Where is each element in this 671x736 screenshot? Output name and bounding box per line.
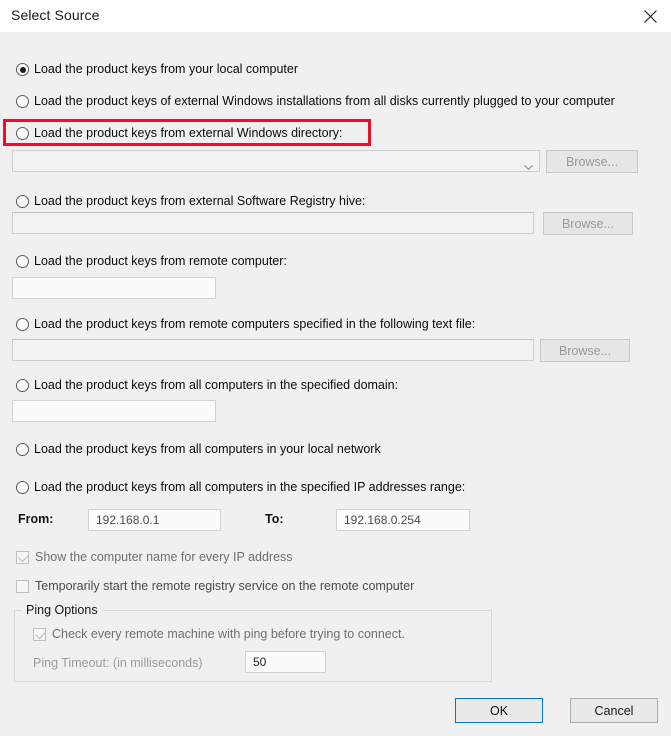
registry-hive-input[interactable] bbox=[12, 212, 534, 234]
remote-computer-input[interactable] bbox=[12, 277, 216, 299]
checkbox-label: Temporarily start the remote registry se… bbox=[35, 579, 415, 593]
radio-option-local-network[interactable]: Load the product keys from all computers… bbox=[16, 442, 381, 456]
radio-indicator[interactable] bbox=[16, 318, 29, 331]
radio-option-label: Load the product keys of external Window… bbox=[34, 94, 615, 108]
radio-option-remote-computers-text-file[interactable]: Load the product keys from remote comput… bbox=[16, 317, 475, 331]
radio-option-label: Load the product keys from external Wind… bbox=[34, 126, 343, 140]
radio-indicator[interactable] bbox=[16, 195, 29, 208]
checkbox-indicator[interactable] bbox=[16, 551, 29, 564]
ip-from-value: 192.168.0.1 bbox=[96, 513, 160, 527]
radio-indicator[interactable] bbox=[16, 443, 29, 456]
checkbox-indicator[interactable] bbox=[16, 580, 29, 593]
radio-option-label: Load the product keys from remote comput… bbox=[34, 317, 476, 331]
radio-indicator[interactable] bbox=[16, 481, 29, 494]
text-file-input[interactable] bbox=[12, 339, 534, 361]
radio-indicator[interactable] bbox=[16, 127, 29, 140]
ping-timeout-input[interactable]: 50 bbox=[245, 651, 326, 673]
radio-option-label: Load the product keys from your local co… bbox=[34, 62, 299, 76]
radio-option-external-registry-hive[interactable]: Load the product keys from external Soft… bbox=[16, 194, 365, 208]
radio-indicator[interactable] bbox=[16, 95, 29, 108]
close-icon[interactable] bbox=[630, 0, 671, 32]
cancel-button[interactable]: Cancel bbox=[570, 698, 658, 723]
radio-option-external-windows-disks[interactable]: Load the product keys of external Window… bbox=[16, 94, 615, 108]
radio-indicator[interactable] bbox=[16, 379, 29, 392]
radio-indicator[interactable] bbox=[16, 63, 29, 76]
checkbox-label: Check every remote machine with ping bef… bbox=[52, 627, 405, 641]
radio-option-label: Load the product keys from external Soft… bbox=[34, 194, 366, 208]
radio-option-ip-range[interactable]: Load the product keys from all computers… bbox=[16, 480, 465, 494]
windows-directory-combo[interactable] bbox=[12, 150, 540, 172]
ping-options-legend: Ping Options bbox=[22, 603, 102, 617]
title-bar: Select Source bbox=[0, 0, 671, 32]
checkbox-start-remote-registry[interactable]: Temporarily start the remote registry se… bbox=[16, 579, 414, 593]
window-title: Select Source bbox=[11, 7, 100, 23]
ip-from-input[interactable]: 192.168.0.1 bbox=[88, 509, 221, 531]
browse-hive-button[interactable]: Browse... bbox=[543, 212, 633, 235]
radio-indicator[interactable] bbox=[16, 255, 29, 268]
checkbox-show-computer-name[interactable]: Show the computer name for every IP addr… bbox=[16, 550, 293, 564]
radio-option-label: Load the product keys from all computers… bbox=[34, 378, 399, 392]
ip-to-label: To: bbox=[265, 512, 284, 526]
ip-from-label: From: bbox=[18, 512, 54, 526]
browse-textfile-button[interactable]: Browse... bbox=[540, 339, 630, 362]
radio-option-remote-computer[interactable]: Load the product keys from remote comput… bbox=[16, 254, 287, 268]
ip-to-value: 192.168.0.254 bbox=[344, 513, 421, 527]
ping-timeout-label: Ping Timeout: (in milliseconds) bbox=[33, 656, 203, 670]
radio-option-external-windows-directory[interactable]: Load the product keys from external Wind… bbox=[16, 126, 342, 140]
checkbox-indicator[interactable] bbox=[33, 628, 46, 641]
radio-option-label: Load the product keys from all computers… bbox=[34, 442, 381, 456]
ip-to-input[interactable]: 192.168.0.254 bbox=[336, 509, 470, 531]
radio-option-label: Load the product keys from remote comput… bbox=[34, 254, 287, 268]
chevron-down-icon[interactable] bbox=[524, 159, 533, 171]
ping-timeout-value: 50 bbox=[253, 655, 267, 669]
radio-option-label: Load the product keys from all computers… bbox=[34, 480, 466, 494]
ok-button[interactable]: OK bbox=[455, 698, 543, 723]
domain-input[interactable] bbox=[12, 400, 216, 422]
radio-option-local-computer[interactable]: Load the product keys from your local co… bbox=[16, 62, 298, 76]
browse-directory-button[interactable]: Browse... bbox=[546, 150, 638, 173]
checkbox-ping-check[interactable]: Check every remote machine with ping bef… bbox=[33, 627, 405, 641]
checkbox-label: Show the computer name for every IP addr… bbox=[35, 550, 293, 564]
radio-option-specified-domain[interactable]: Load the product keys from all computers… bbox=[16, 378, 398, 392]
